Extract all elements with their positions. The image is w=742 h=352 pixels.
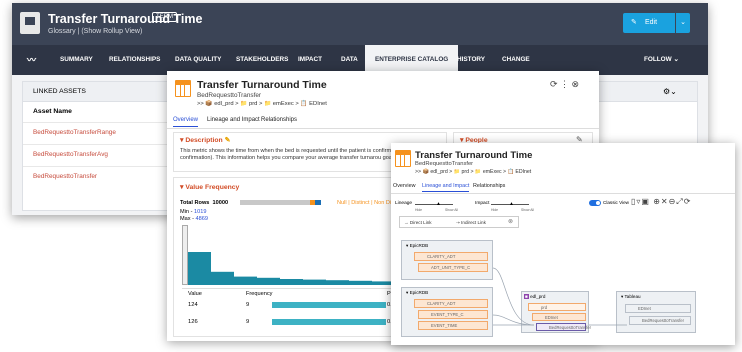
histogram-bar [188, 252, 211, 285]
glossary-icon [20, 12, 40, 34]
header-bar: Transfer Turnaround Time TERM Glossary |… [12, 3, 708, 45]
row-frequency: 9 [246, 319, 250, 325]
edit-dropdown-button[interactable]: ⌄ [676, 13, 690, 33]
asset-link[interactable]: BedRequesttoTransfer [23, 166, 173, 186]
row-bar [272, 302, 386, 308]
min-value: Min - 1019 [180, 209, 207, 215]
breadcrumb[interactable]: >> 📦 edl_prd > 📁 prd > 📁 emExec > 📋 EDIn… [197, 101, 327, 107]
panel-title: Transfer Turnaround Time [197, 79, 327, 91]
lineage-panel: Transfer Turnaround Time BedRequesttoTra… [391, 143, 735, 345]
asset-link[interactable]: BedRequesttoTransferAvg [23, 144, 173, 164]
tab-relationships[interactable]: RELATIONSHIPS [109, 45, 160, 75]
chevron-down-icon: ⌄ [680, 19, 686, 26]
histogram-bar [349, 280, 372, 285]
histogram-bar [211, 271, 234, 285]
histogram-bar [280, 279, 303, 285]
edit-label: Edit [645, 19, 658, 26]
distinct-bar [315, 200, 321, 205]
row-value: 124 [188, 302, 198, 308]
tab-summary[interactable]: SUMMARY [60, 45, 93, 75]
lineage-edge [492, 314, 535, 326]
refresh-icon[interactable]: ⟳ ⋮ ⊗ [550, 79, 579, 90]
edit-button[interactable]: ✎ Edit [623, 13, 675, 33]
col-value: Value [188, 291, 202, 297]
total-rows-bar [240, 200, 310, 205]
col-frequency: Frequency [246, 291, 273, 297]
histogram-bar [326, 280, 349, 285]
tab-lineage[interactable]: Lineage and Impact [207, 117, 260, 123]
panel-subtitle: BedRequesttoTransfer [197, 92, 262, 99]
legend: Null | Distinct | Non Dis [337, 200, 394, 206]
term-badge: TERM [152, 12, 177, 22]
histogram-bar [234, 276, 257, 285]
table-icon [175, 80, 191, 97]
total-rows: Total Rows 10000 [180, 200, 229, 206]
pencil-icon: ✎ [631, 19, 637, 26]
tab-overview[interactable]: Overview [173, 117, 199, 127]
histogram-bar [303, 279, 326, 285]
row-frequency: 9 [246, 302, 250, 308]
follow-menu[interactable]: FOLLOW ⌄ [644, 45, 679, 75]
page-subtitle[interactable]: Glossary | (Show Rollup View) [48, 28, 142, 35]
panel-tabs: Overview Lineage and Impact Relationship… [167, 115, 599, 129]
lineage-edges [492, 267, 627, 326]
gear-icon[interactable]: ⚙⌄ [663, 87, 677, 96]
asset-link[interactable]: BedRequesttoTransferRange [23, 122, 173, 142]
row-value: 126 [188, 319, 198, 325]
row-bar [272, 319, 386, 325]
histogram [188, 252, 418, 285]
histogram-bar [257, 277, 280, 285]
activity-icon[interactable]: 〰 [27, 45, 36, 75]
tab-relationships[interactable]: Relationships [261, 117, 297, 123]
lineage-edge [492, 267, 535, 326]
description-label: ▾ Description ✎ [180, 137, 231, 144]
max-value: Max - 4869 [180, 216, 208, 222]
value-frequency-label: ▾ Value Frequency [180, 184, 240, 191]
asset-name-header: Asset Name [33, 108, 72, 115]
page-title: Transfer Turnaround Time [48, 12, 203, 26]
